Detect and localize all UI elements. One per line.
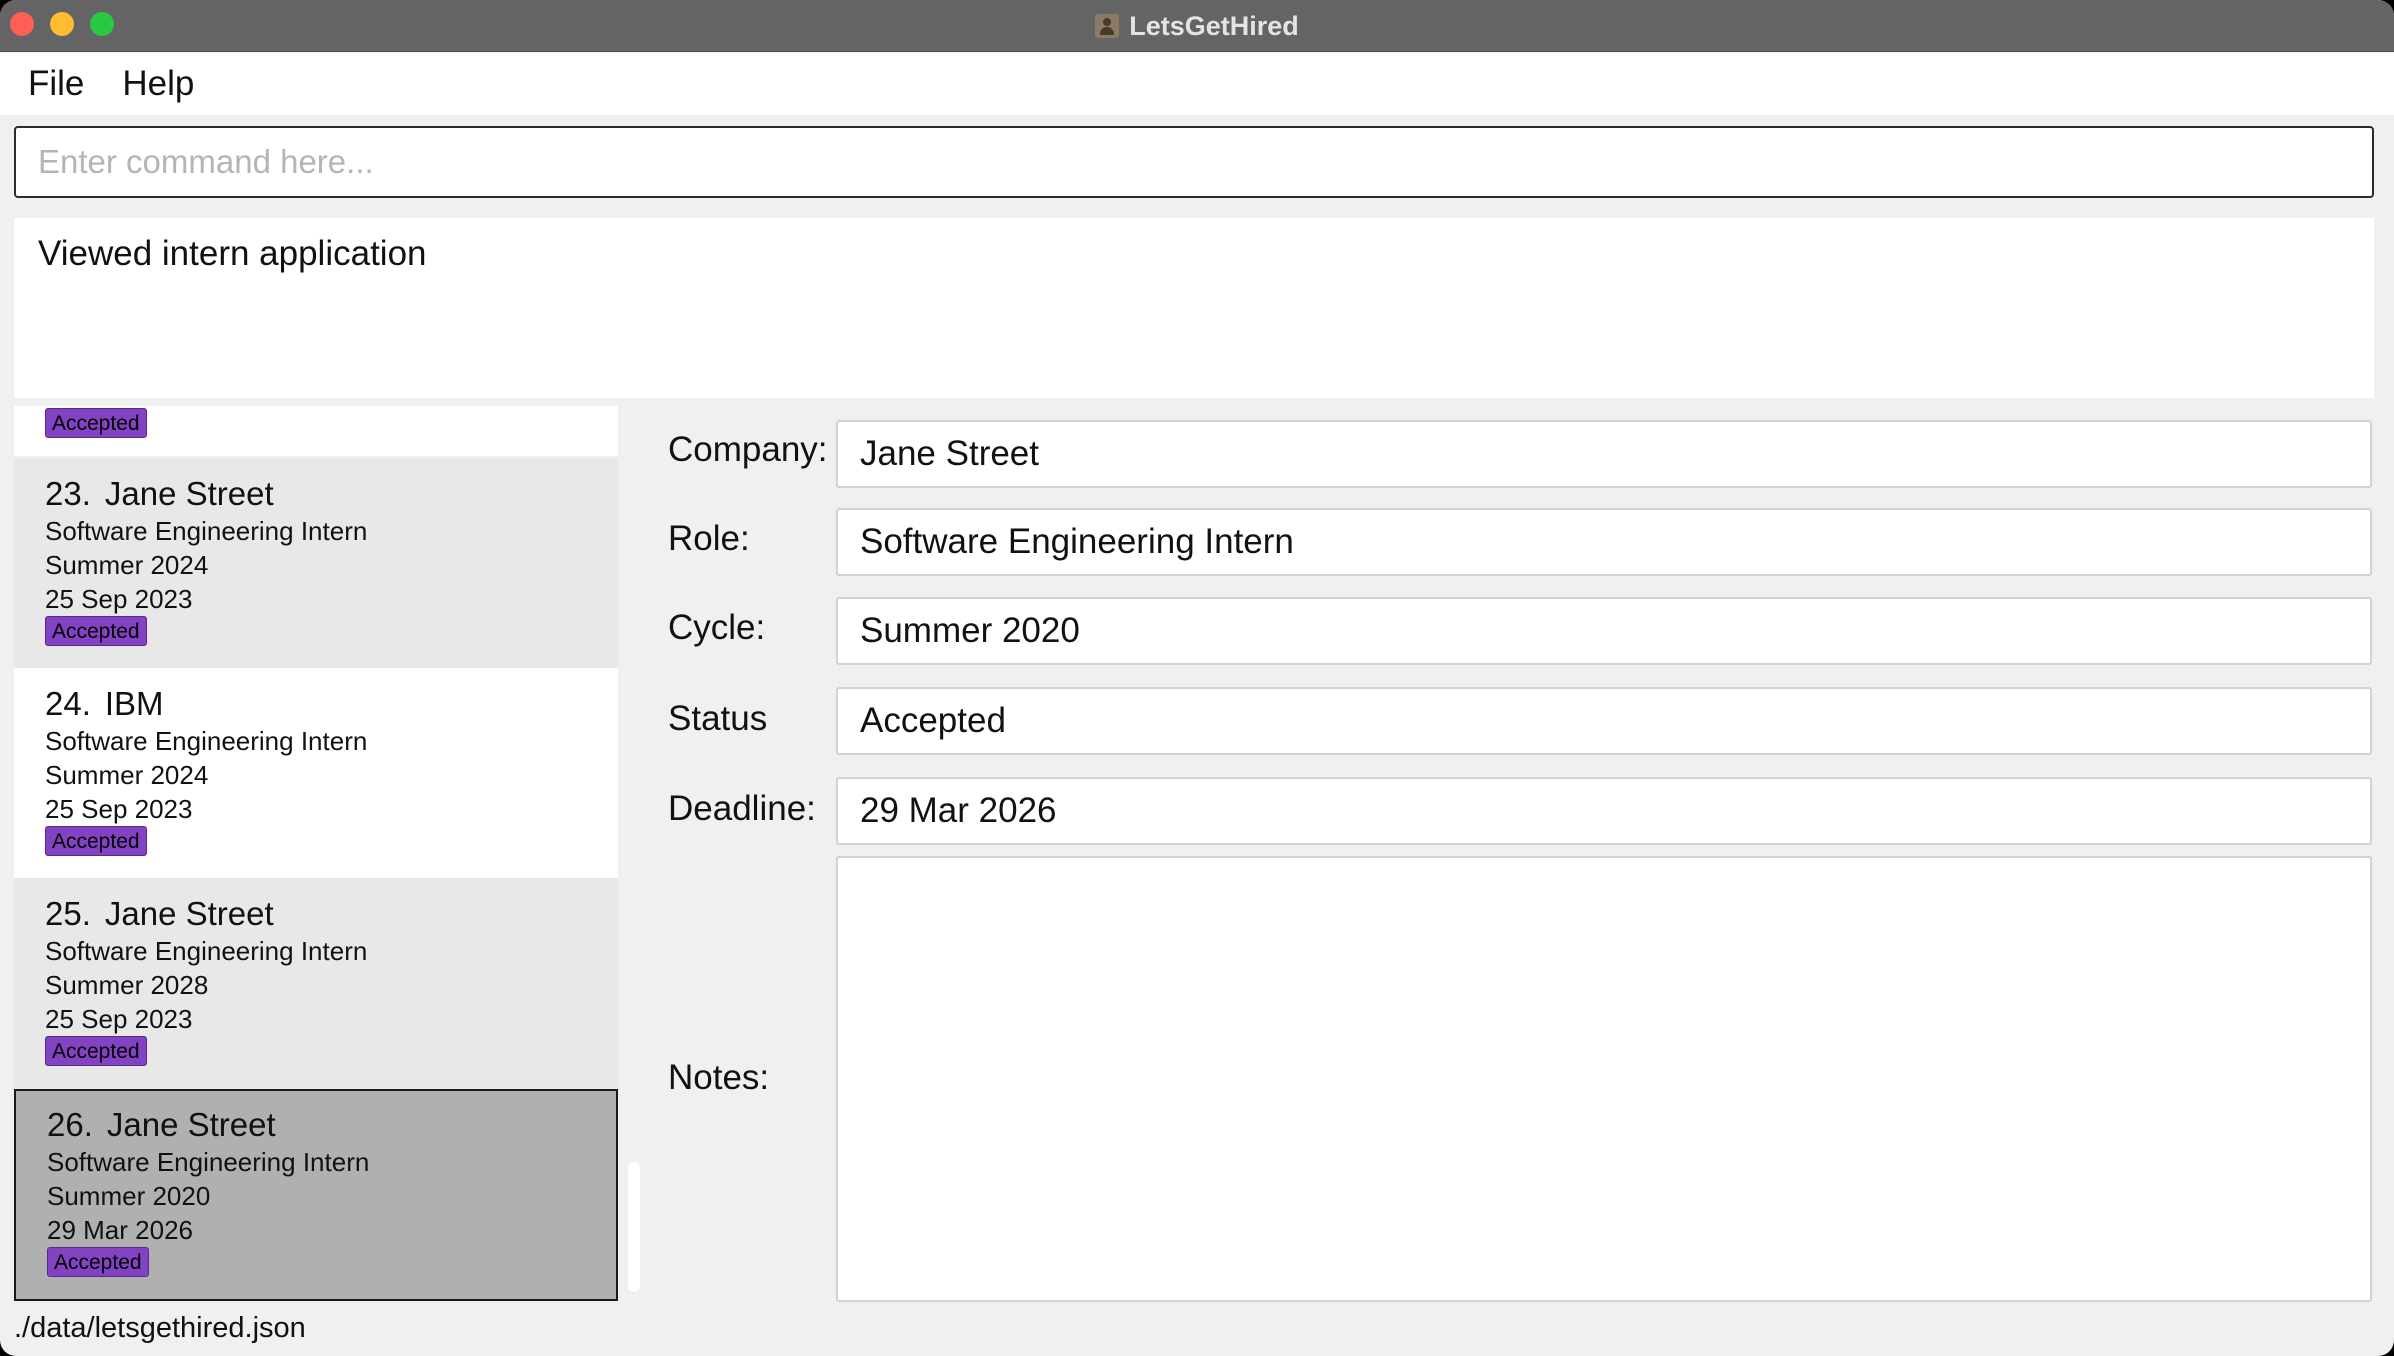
notes-field[interactable] xyxy=(836,856,2372,1302)
card-company: Jane Street xyxy=(104,895,274,932)
card-role: Software Engineering Intern xyxy=(45,516,368,546)
status-label: Status xyxy=(668,699,768,738)
role-label: Role: xyxy=(668,519,750,558)
card-cycle: Summer 2024 xyxy=(45,760,209,790)
card-role: Software Engineering Intern xyxy=(45,726,368,756)
status-tag: Accepted xyxy=(45,826,147,856)
command-input[interactable] xyxy=(14,126,2374,198)
role-field[interactable]: Software Engineering Intern xyxy=(836,508,2372,576)
status-tag: Accepted xyxy=(47,1247,149,1277)
list-item[interactable]: 25. Jane Street Software Engineering Inte… xyxy=(14,878,618,1088)
list-item[interactable]: Accepted xyxy=(14,406,618,456)
storage-path: ./data/letsgethired.json xyxy=(14,1312,306,1344)
app-window: LetsGetHired File Help Viewed intern app… xyxy=(0,0,2394,1356)
result-message: Viewed intern application xyxy=(38,234,427,273)
result-display: Viewed intern application xyxy=(14,218,2374,398)
card-company: Jane Street xyxy=(104,475,274,512)
notes-label: Notes: xyxy=(668,1058,770,1097)
menu-help[interactable]: Help xyxy=(122,64,194,104)
menu-file[interactable]: File xyxy=(28,64,84,104)
card-index: 25. xyxy=(45,895,91,932)
card-cycle: Summer 2024 xyxy=(45,550,209,580)
menu-bar: File Help xyxy=(0,53,2394,115)
card-title: 24. IBM xyxy=(45,684,618,724)
title-bar[interactable]: LetsGetHired xyxy=(0,0,2394,52)
card-title: 26. Jane Street xyxy=(47,1105,616,1145)
company-field[interactable]: Jane Street xyxy=(836,420,2372,488)
list-item-selected[interactable]: 26. Jane Street Software Engineering Inte… xyxy=(14,1089,618,1301)
list-item[interactable]: 24. IBM Software Engineering Intern Summe… xyxy=(14,668,618,878)
window-title: LetsGetHired xyxy=(1129,10,1299,41)
deadline-field[interactable]: 29 Mar 2026 xyxy=(836,777,2372,845)
card-title: 25. Jane Street xyxy=(45,894,618,934)
card-deadline: 25 Sep 2023 xyxy=(45,1004,193,1034)
card-company: Jane Street xyxy=(106,1106,276,1143)
status-tag: Accepted xyxy=(45,408,147,438)
status-tag: Accepted xyxy=(45,1036,147,1066)
card-deadline: 25 Sep 2023 xyxy=(45,794,193,824)
title-group: LetsGetHired xyxy=(0,0,2394,52)
deadline-label: Deadline: xyxy=(668,789,816,828)
list-item[interactable]: 23. Jane Street Software Engineering Inte… xyxy=(14,458,618,668)
application-list[interactable]: Accepted 23. Jane Street Software Enginee… xyxy=(14,406,618,1302)
card-role: Software Engineering Intern xyxy=(45,936,368,966)
card-cycle: Summer 2020 xyxy=(47,1181,211,1211)
card-deadline: 25 Sep 2023 xyxy=(45,584,193,614)
status-field[interactable]: Accepted xyxy=(836,687,2372,755)
card-index: 24. xyxy=(45,685,91,722)
card-cycle: Summer 2028 xyxy=(45,970,209,1000)
app-person-icon xyxy=(1095,14,1120,38)
list-scrollbar[interactable] xyxy=(628,1162,640,1292)
cycle-label: Cycle: xyxy=(668,608,766,647)
card-company: IBM xyxy=(104,685,164,722)
card-title: 23. Jane Street xyxy=(45,474,618,514)
card-role: Software Engineering Intern xyxy=(47,1147,370,1177)
card-deadline: 29 Mar 2026 xyxy=(47,1215,193,1245)
company-label: Company: xyxy=(668,430,828,469)
status-tag: Accepted xyxy=(45,616,147,646)
card-index: 23. xyxy=(45,475,91,512)
cycle-field[interactable]: Summer 2020 xyxy=(836,597,2372,665)
card-index: 26. xyxy=(47,1106,93,1143)
